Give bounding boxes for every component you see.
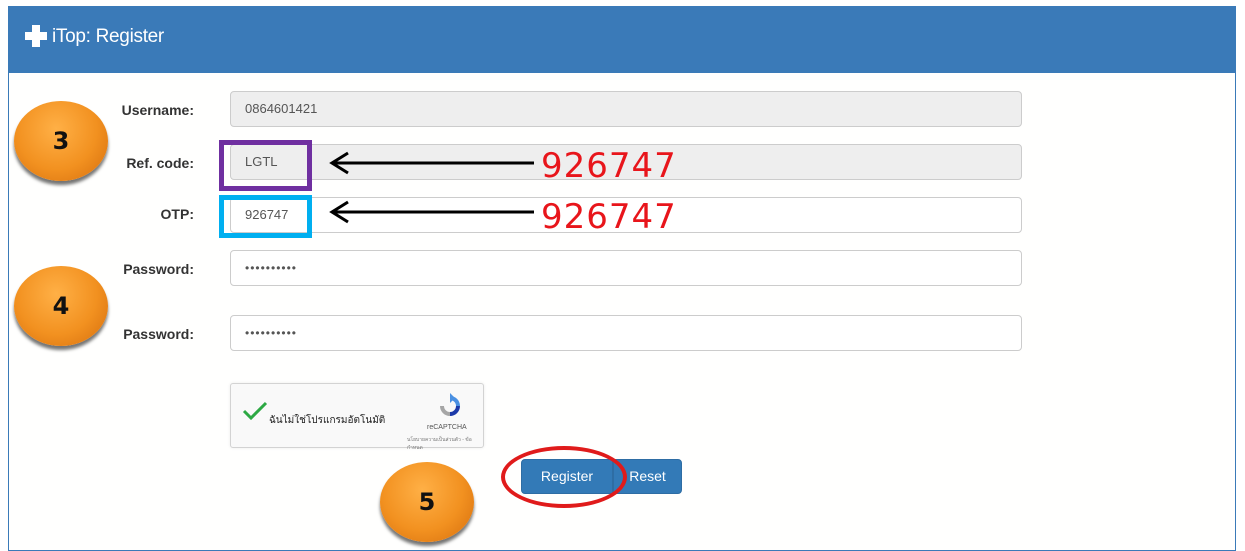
plus-icon — [25, 25, 47, 47]
step-4-badge: 4 — [14, 266, 108, 346]
recaptcha-links[interactable]: นโยบายความเป็นส่วนตัว - ข้อกำหนด — [407, 436, 483, 452]
step-3-badge: 3 — [14, 101, 108, 181]
otp-label: OTP: — [160, 206, 194, 222]
password-confirm-value: •••••••••• — [245, 326, 298, 340]
ref-code-highlight-box — [219, 140, 312, 191]
username-field[interactable]: 0864601421 — [230, 91, 1022, 127]
recaptcha-logo-icon — [440, 393, 460, 416]
password-label: Password: — [123, 261, 194, 277]
step-5-badge: 5 — [380, 462, 474, 542]
ref-code-note: 926747 — [541, 146, 677, 186]
otp-note: 926747 — [541, 197, 677, 237]
username-value: 0864601421 — [245, 101, 318, 116]
checkmark-icon[interactable] — [242, 400, 268, 420]
recaptcha-brand: reCAPTCHA — [427, 424, 467, 431]
recaptcha-widget[interactable]: ฉันไม่ใช่โปรแกรมอัตโนมัติ reCAPTCHA นโยบ… — [230, 383, 484, 451]
ref-arrow-icon — [329, 151, 534, 175]
otp-arrow-icon — [329, 200, 534, 224]
page-title: iTop: Register — [52, 26, 164, 47]
password-confirm-field[interactable]: •••••••••• — [230, 315, 1022, 351]
recaptcha-label: ฉันไม่ใช่โปรแกรมอัตโนมัติ — [269, 415, 386, 426]
otp-highlight-box — [219, 195, 312, 238]
register-highlight-ring — [501, 446, 627, 508]
password-value: •••••••••• — [245, 261, 298, 275]
password-field[interactable]: •••••••••• — [230, 250, 1022, 286]
panel-header: iTop: Register — [8, 6, 1236, 73]
